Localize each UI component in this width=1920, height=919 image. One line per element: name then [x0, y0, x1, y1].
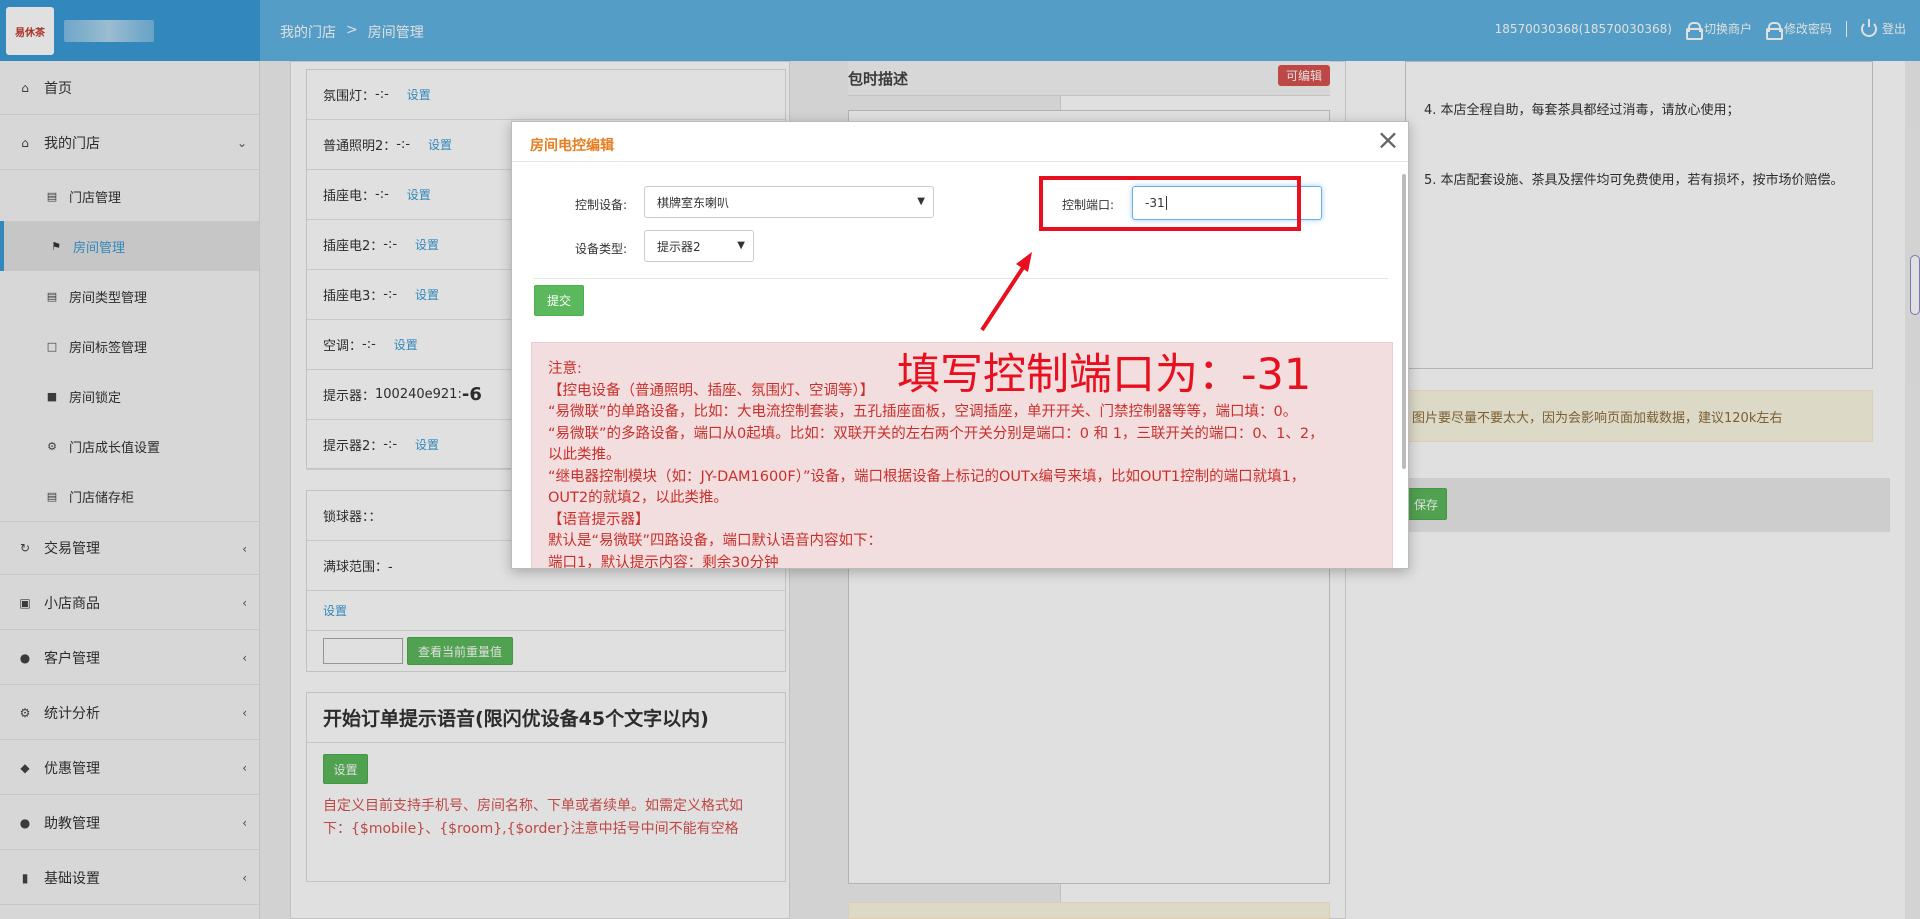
submit-button[interactable]: 提交: [534, 285, 584, 316]
divider: [534, 278, 1388, 279]
chevron-down-icon: ▼: [737, 240, 745, 251]
notice-line: 【语音提示器】: [548, 511, 650, 528]
close-icon[interactable]: ×: [1374, 126, 1402, 156]
device-type-value: 提示器2: [657, 239, 701, 254]
notice-line: “继电器控制模块（如：JY-DAM1600F）”设备，端口根据设备上标记的OUT…: [548, 468, 1306, 485]
notice-line: “易微联”的多路设备，端口从0起填。比如：双联开关的左右两个开关分别是端口：0 …: [548, 425, 1324, 442]
device-type-select[interactable]: 提示器2 ▼: [644, 230, 754, 262]
control-device-label: 控制设备:: [575, 198, 628, 212]
notice-line: 默认是“易微联”四路设备，端口默认语音内容如下：: [548, 533, 883, 549]
notice-line: 端口1，默认提示内容：剩余30分钟: [548, 554, 779, 569]
notice-line: OUT2的就填2，以此类推。: [548, 490, 728, 506]
highlight-box: [1039, 176, 1301, 231]
annotation-arrow: [980, 252, 1032, 332]
modal-header: 房间电控编辑 ×: [512, 122, 1408, 162]
notice-line: “易微联”的单路设备，比如：大电流控制套装，五孔插座面板，空调插座，单开开关、门…: [548, 404, 1298, 420]
annotation-text: 填写控制端口为：-31: [897, 350, 1312, 400]
control-device-value: 棋牌室东喇叭: [657, 195, 730, 210]
device-type-label: 设备类型:: [575, 242, 628, 256]
modal-title: 房间电控编辑: [530, 138, 614, 154]
notice-line: 以此类推。: [548, 447, 621, 463]
modal-scrollbar[interactable]: [1402, 174, 1406, 469]
control-device-select[interactable]: 棋牌室东喇叭 ▼: [644, 186, 934, 218]
chevron-down-icon: ▼: [917, 196, 925, 207]
